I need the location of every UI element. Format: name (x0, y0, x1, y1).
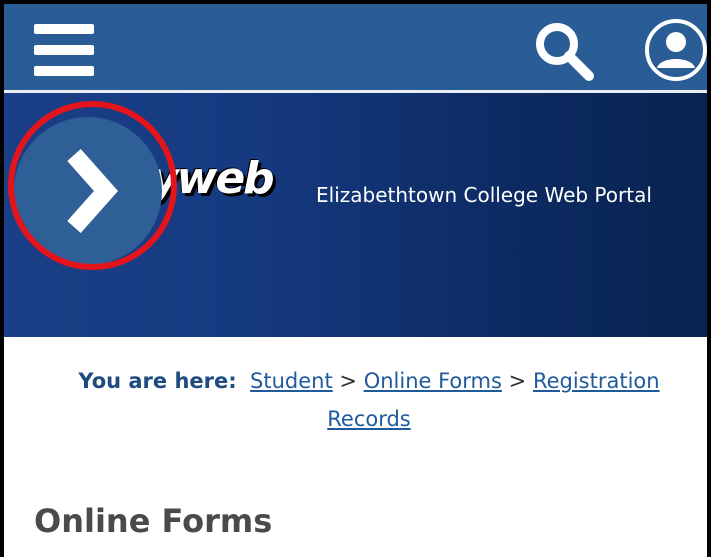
breadcrumb-online-forms-link[interactable]: Online Forms (364, 369, 502, 393)
chevron-right-icon (67, 149, 119, 233)
portal-logo: yweb (150, 153, 275, 204)
page-frame: yweb Elizabethtown College Web Portal Yo… (0, 0, 711, 557)
breadcrumb-student-link[interactable]: Student (250, 369, 333, 393)
breadcrumb-separator: > (508, 369, 527, 393)
portal-title: Elizabethtown College Web Portal (316, 183, 652, 207)
breadcrumb-label: You are here: (78, 369, 237, 393)
page-title: Online Forms (34, 502, 273, 540)
breadcrumb: You are here: Student > Online Forms > R… (64, 362, 674, 438)
top-navigation-bar (4, 4, 707, 90)
expand-sidebar-button[interactable] (14, 117, 162, 265)
breadcrumb-separator: > (339, 369, 357, 393)
search-icon[interactable] (532, 19, 596, 83)
hamburger-menu-icon[interactable] (34, 24, 96, 76)
user-account-icon[interactable] (644, 18, 707, 82)
